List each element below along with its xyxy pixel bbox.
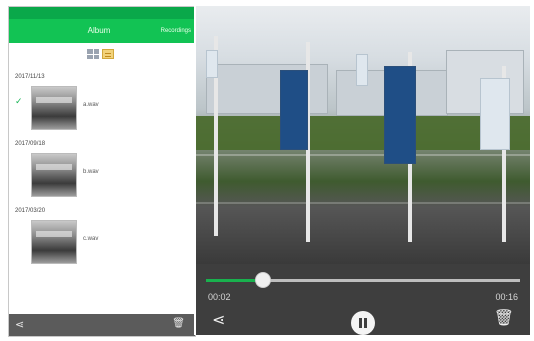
bottom-action-bar: ⋖ 🗑 [9, 314, 195, 336]
video-frame[interactable] [196, 6, 530, 264]
item-name: b.wav [83, 169, 99, 175]
video-player: 00:02 00:16 ⋖ 🗑 [196, 6, 530, 335]
progress-fill [206, 279, 263, 282]
list-icon[interactable] [102, 49, 114, 59]
album-group: 2017/11/13 ✓ a.wav [9, 73, 195, 134]
list-item[interactable]: ✓ a.wav [9, 82, 195, 134]
flag [384, 66, 416, 164]
time-current: 00:02 [208, 292, 231, 302]
trash-icon[interactable]: 🗑 [494, 308, 514, 328]
playback-controls: 00:02 00:16 ⋖ 🗑 [196, 264, 530, 335]
trash-icon[interactable]: 🗑 [172, 318, 185, 329]
album-panel: Album Recordings 2017/11/13 ✓ a.wav 2017… [8, 6, 196, 337]
time-total: 00:16 [495, 292, 518, 302]
page-title: Album [87, 26, 111, 35]
group-date: 2017/09/18 [15, 141, 46, 147]
item-name: c.wav [83, 236, 99, 242]
road-line [196, 202, 530, 204]
list-item[interactable]: b.wav [9, 149, 195, 201]
item-name: a.wav [83, 102, 99, 108]
grid-icon[interactable] [87, 49, 99, 59]
flag [480, 78, 510, 150]
flag [280, 70, 308, 150]
flag [356, 54, 368, 86]
album-list: 2017/11/13 ✓ a.wav 2017/09/18 b.wav 2017… [9, 67, 195, 268]
share-icon[interactable]: ⋖ [212, 310, 225, 330]
album-group: 2017/03/20 c.wav [9, 207, 195, 268]
road-line [196, 154, 530, 156]
app-bar: Album Recordings [9, 19, 195, 43]
share-icon[interactable]: ⋖ [15, 318, 24, 331]
list-item[interactable]: c.wav [9, 216, 195, 268]
pause-icon [358, 318, 368, 328]
check-icon: ✓ [15, 96, 23, 106]
album-group: 2017/09/18 b.wav [9, 140, 195, 201]
thumbnail [31, 220, 77, 264]
view-toggle [87, 49, 114, 59]
pause-button[interactable] [351, 311, 375, 335]
status-bar [9, 7, 195, 19]
thumbnail [31, 153, 77, 197]
progress-knob[interactable] [255, 273, 270, 287]
recordings-action[interactable]: Recordings [161, 19, 191, 43]
group-date: 2017/11/13 [15, 74, 45, 80]
flag [206, 50, 218, 78]
thumbnail [31, 86, 77, 130]
progress-track[interactable] [206, 273, 520, 287]
group-date: 2017/03/20 [15, 208, 46, 214]
